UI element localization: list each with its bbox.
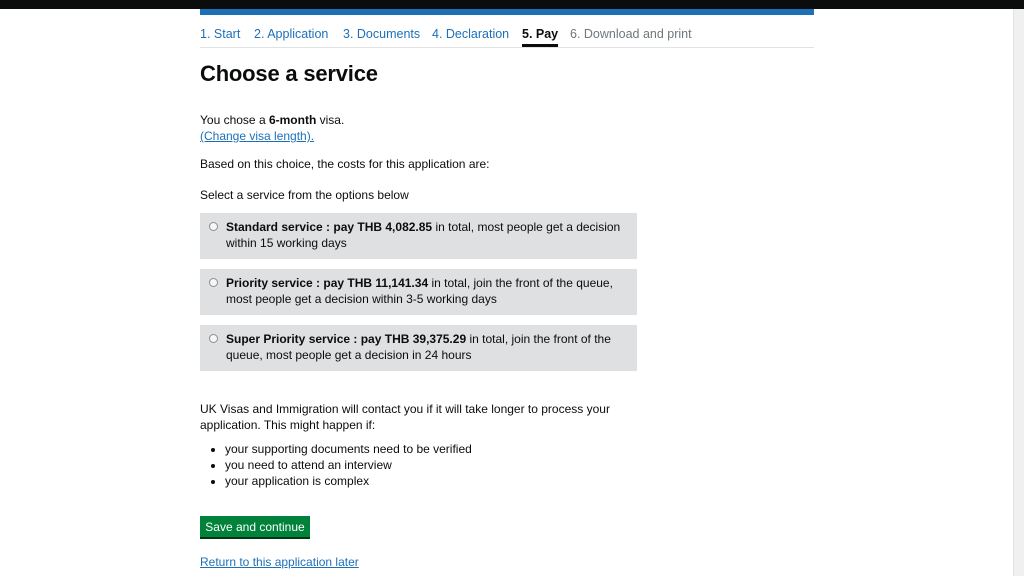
change-visa-length-link[interactable]: (Change visa length). (200, 128, 314, 144)
browser-top-bar (0, 0, 1024, 9)
priority-service-radio[interactable] (209, 278, 218, 287)
list-item: your application is complex (225, 473, 472, 489)
reasons-list: your supporting documents need to be ver… (200, 441, 472, 489)
chosen-visa-text: You chose a 6-month visa. (200, 112, 344, 128)
chosen-prefix: You chose a (200, 113, 269, 127)
header-blue-bar (200, 9, 814, 15)
step-download-and-print: 6. Download and print (570, 27, 692, 41)
super-priority-service-radio[interactable] (209, 334, 218, 343)
return-later-link[interactable]: Return to this application later (200, 555, 359, 569)
step-start[interactable]: 1. Start (200, 27, 240, 41)
step-documents[interactable]: 3. Documents (343, 27, 420, 41)
option-super-priority-service[interactable]: Super Priority service : pay THB 39,375.… (200, 325, 637, 371)
costs-intro: Based on this choice, the costs for this… (200, 157, 490, 171)
chosen-visa-length: 6-month (268, 113, 317, 127)
chosen-suffix: visa. (316, 113, 345, 127)
priority-service-label[interactable]: Priority service : pay THB 11,141.34 in … (226, 275, 626, 307)
super-priority-service-label[interactable]: Super Priority service : pay THB 39,375.… (226, 331, 626, 363)
select-prompt: Select a service from the options below (200, 188, 409, 202)
standard-service-price: Standard service : pay THB 4,082.85 (226, 220, 433, 234)
priority-service-price: Priority service : pay THB 11,141.34 (226, 276, 429, 290)
option-standard-service[interactable]: Standard service : pay THB 4,082.85 in t… (200, 213, 637, 259)
list-item: you need to attend an interview (225, 457, 472, 473)
step-application[interactable]: 2. Application (254, 27, 328, 41)
processing-notice: UK Visas and Immigration will contact yo… (200, 402, 610, 432)
standard-service-radio[interactable] (209, 222, 218, 231)
progress-steps: 1. Start 2. Application 3. Documents 4. … (200, 26, 814, 48)
page-title: Choose a service (200, 61, 378, 86)
step-declaration[interactable]: 4. Declaration (432, 27, 509, 41)
step-pay: 5. Pay (522, 27, 559, 47)
list-item: your supporting documents need to be ver… (225, 441, 472, 457)
save-and-continue-button[interactable]: Save and continue (200, 516, 310, 537)
page-scrollbar[interactable] (1013, 9, 1024, 576)
super-priority-service-price: Super Priority service : pay THB 39,375.… (226, 332, 467, 346)
standard-service-label[interactable]: Standard service : pay THB 4,082.85 in t… (226, 219, 626, 251)
option-priority-service[interactable]: Priority service : pay THB 11,141.34 in … (200, 269, 637, 315)
